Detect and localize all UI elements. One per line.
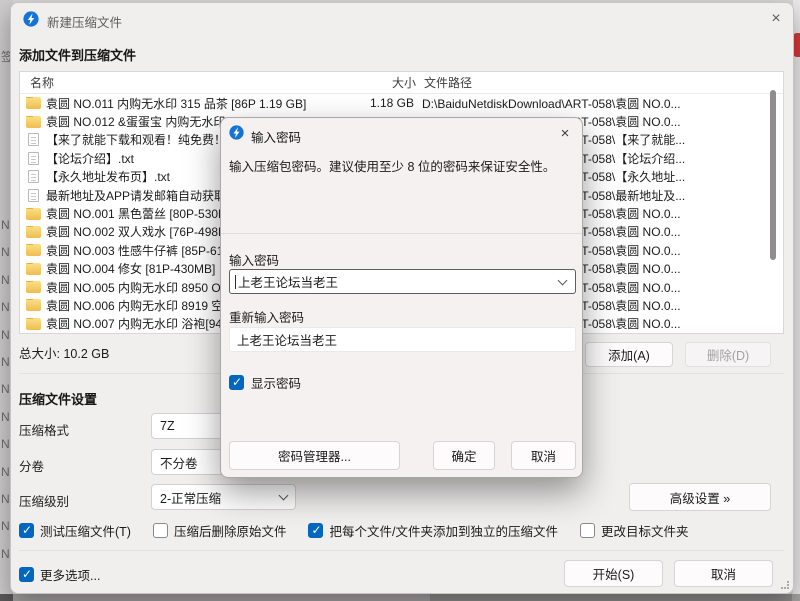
background-window-right bbox=[793, 0, 800, 601]
start-button[interactable]: 开始(S) bbox=[564, 560, 663, 587]
show-password-checkbox[interactable]: 显示密码 bbox=[229, 373, 301, 392]
file-type-icon bbox=[26, 318, 41, 330]
divider bbox=[19, 550, 784, 551]
background-text: N bbox=[1, 410, 10, 424]
chevron-down-icon bbox=[279, 491, 289, 501]
close-icon[interactable]: × bbox=[553, 122, 577, 144]
dialog-title: 输入密码 bbox=[251, 127, 301, 146]
checkbox-icon bbox=[19, 567, 34, 582]
background-text: N bbox=[1, 437, 10, 451]
section-add-files: 添加文件到压缩文件 bbox=[19, 45, 136, 64]
password-label: 输入密码 bbox=[229, 250, 279, 269]
file-type-icon bbox=[26, 226, 41, 238]
background-text: N bbox=[1, 519, 10, 533]
file-size: 1.18 GB bbox=[348, 96, 414, 110]
delete-button[interactable]: 删除(D) bbox=[685, 342, 771, 367]
options-row: 测试压缩文件(T) 压缩后删除原始文件 把每个文件/文件夹添加到独立的压缩文件 … bbox=[19, 521, 781, 540]
option-label: 压缩后删除原始文件 bbox=[174, 521, 287, 540]
format-label: 压缩格式 bbox=[19, 420, 69, 439]
file-type-icon bbox=[28, 152, 39, 165]
enter-password-dialog: 输入密码 × 输入压缩包密码。建议使用至少 8 位的密码来保证安全性。 输入密码… bbox=[220, 117, 583, 478]
nanazip-app-icon bbox=[229, 125, 244, 140]
file-type-icon bbox=[26, 263, 41, 275]
column-size[interactable]: 大小 bbox=[350, 74, 416, 91]
option-label: 把每个文件/文件夹添加到独立的压缩文件 bbox=[329, 521, 557, 540]
background-text: N bbox=[1, 492, 10, 506]
more-options-label: 更多选项... bbox=[40, 565, 100, 584]
dialog-title-bar[interactable]: 输入密码 × bbox=[221, 118, 582, 148]
vertical-scrollbar[interactable] bbox=[770, 90, 776, 260]
background-window-bottom bbox=[0, 594, 800, 601]
cancel-button[interactable]: 取消 bbox=[674, 560, 773, 587]
option-checkbox[interactable]: 测试压缩文件(T) bbox=[19, 521, 131, 540]
divider bbox=[221, 233, 582, 234]
background-text: N bbox=[1, 382, 10, 396]
file-type-icon bbox=[28, 170, 39, 183]
file-type-icon bbox=[28, 189, 39, 202]
level-select[interactable]: 2-正常压缩 bbox=[151, 484, 296, 510]
file-type-icon bbox=[26, 116, 41, 128]
file-type-icon bbox=[26, 299, 41, 311]
file-list-header: 名称 大小 文件路径 bbox=[20, 72, 783, 94]
background-text: N bbox=[1, 300, 10, 314]
title-bar[interactable]: 新建压缩文件 × bbox=[11, 3, 793, 35]
file-path: D:\BaiduNetdiskDownload\ART-058\袁圆 NO.0.… bbox=[422, 95, 783, 112]
table-row[interactable]: 袁圆 NO.011 内购无水印 315 品茶 [86P 1.19 GB] 1.1… bbox=[20, 94, 783, 112]
checkbox-icon bbox=[19, 523, 34, 538]
checkbox-icon bbox=[153, 523, 168, 538]
column-path[interactable]: 文件路径 bbox=[424, 74, 783, 91]
level-label: 压缩级别 bbox=[19, 491, 69, 510]
background-text: N bbox=[1, 547, 10, 561]
resize-grip-icon[interactable] bbox=[781, 581, 789, 589]
file-type-icon bbox=[26, 208, 41, 220]
option-checkbox[interactable]: 压缩后删除原始文件 bbox=[153, 521, 287, 540]
checkbox-icon bbox=[580, 523, 595, 538]
background-text: N bbox=[1, 273, 10, 287]
total-size-label: 总大小: 10.2 GB bbox=[19, 343, 109, 362]
checkbox-icon bbox=[229, 375, 244, 390]
column-name[interactable]: 名称 bbox=[30, 74, 350, 91]
background-text: N bbox=[1, 465, 10, 479]
volume-label: 分卷 bbox=[19, 456, 44, 475]
file-type-icon bbox=[26, 97, 41, 109]
option-checkbox[interactable]: 更改目标文件夹 bbox=[580, 521, 689, 540]
option-label: 更改目标文件夹 bbox=[601, 521, 689, 540]
password-input[interactable]: 上老王论坛当老王 bbox=[229, 269, 576, 294]
checkbox-icon bbox=[308, 523, 323, 538]
password-manager-button[interactable]: 密码管理器... bbox=[229, 441, 400, 470]
text-caret bbox=[235, 275, 236, 289]
show-password-label: 显示密码 bbox=[251, 373, 301, 392]
red-peek-icon bbox=[793, 33, 800, 57]
background-text: N bbox=[1, 245, 10, 259]
dialog-cancel-button[interactable]: 取消 bbox=[511, 441, 576, 470]
advanced-settings-button[interactable]: 高级设置 » bbox=[629, 483, 771, 511]
background-text: N bbox=[1, 218, 10, 232]
chevron-down-icon bbox=[558, 275, 568, 285]
file-name: 袁圆 NO.011 内购无水印 315 品茶 [86P 1.19 GB] bbox=[46, 95, 348, 112]
ok-button[interactable]: 确定 bbox=[433, 441, 495, 470]
background-text: N bbox=[1, 355, 10, 369]
more-options-checkbox[interactable]: 更多选项... bbox=[19, 565, 100, 584]
file-type-icon bbox=[26, 244, 41, 256]
nanazip-app-icon bbox=[23, 11, 39, 27]
add-button[interactable]: 添加(A) bbox=[585, 342, 673, 367]
background-text: N bbox=[1, 328, 10, 342]
file-type-icon bbox=[28, 133, 39, 146]
option-checkbox[interactable]: 把每个文件/文件夹添加到独立的压缩文件 bbox=[308, 521, 557, 540]
section-archive-settings: 压缩文件设置 bbox=[19, 389, 97, 408]
file-type-icon bbox=[26, 281, 41, 293]
window-title: 新建压缩文件 bbox=[47, 12, 122, 31]
confirm-password-input[interactable] bbox=[229, 327, 576, 352]
close-icon[interactable]: × bbox=[763, 7, 789, 31]
password-description: 输入压缩包密码。建议使用至少 8 位的密码来保证安全性。 bbox=[229, 156, 573, 175]
option-label: 测试压缩文件(T) bbox=[40, 521, 131, 540]
confirm-password-label: 重新输入密码 bbox=[229, 307, 304, 326]
